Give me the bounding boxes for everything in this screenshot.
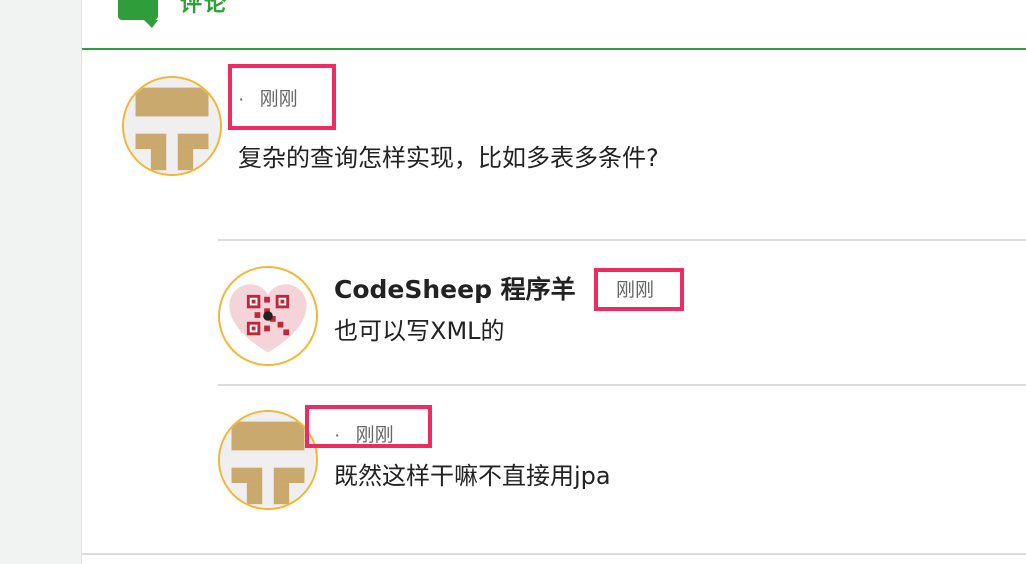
reply-content: 也可以写XML的: [334, 317, 505, 345]
comment-content: 复杂的查询怎样实现，比如多表多条件?: [238, 144, 659, 172]
avatar[interactable]: [218, 266, 318, 366]
section-divider: [82, 48, 1026, 50]
identicon-avatar-icon: [124, 78, 220, 174]
avatar[interactable]: [218, 410, 318, 510]
section-title: 评论: [180, 0, 229, 17]
comment-meta: · 刚刚: [238, 84, 298, 111]
reply-divider: [218, 384, 1026, 386]
qr-code-avatar-icon: [220, 268, 316, 364]
identicon-avatar-icon: [220, 412, 316, 508]
meta-dot: ·: [334, 425, 341, 446]
reply-divider: [218, 239, 1026, 241]
timestamp: 刚刚: [616, 280, 655, 301]
reply-content: 既然这样干嘛不直接用jpa: [334, 462, 611, 490]
left-gutter: [0, 0, 82, 564]
timestamp: 刚刚: [355, 425, 394, 446]
bottom-divider: [82, 553, 1026, 555]
comment-icon: [118, 0, 158, 28]
meta-dot: ·: [238, 89, 245, 110]
timestamp: 刚刚: [259, 89, 298, 110]
reply-meta: · 刚刚: [334, 420, 394, 447]
avatar[interactable]: [122, 76, 222, 176]
reply-author[interactable]: CodeSheep 程序羊: [334, 270, 576, 306]
